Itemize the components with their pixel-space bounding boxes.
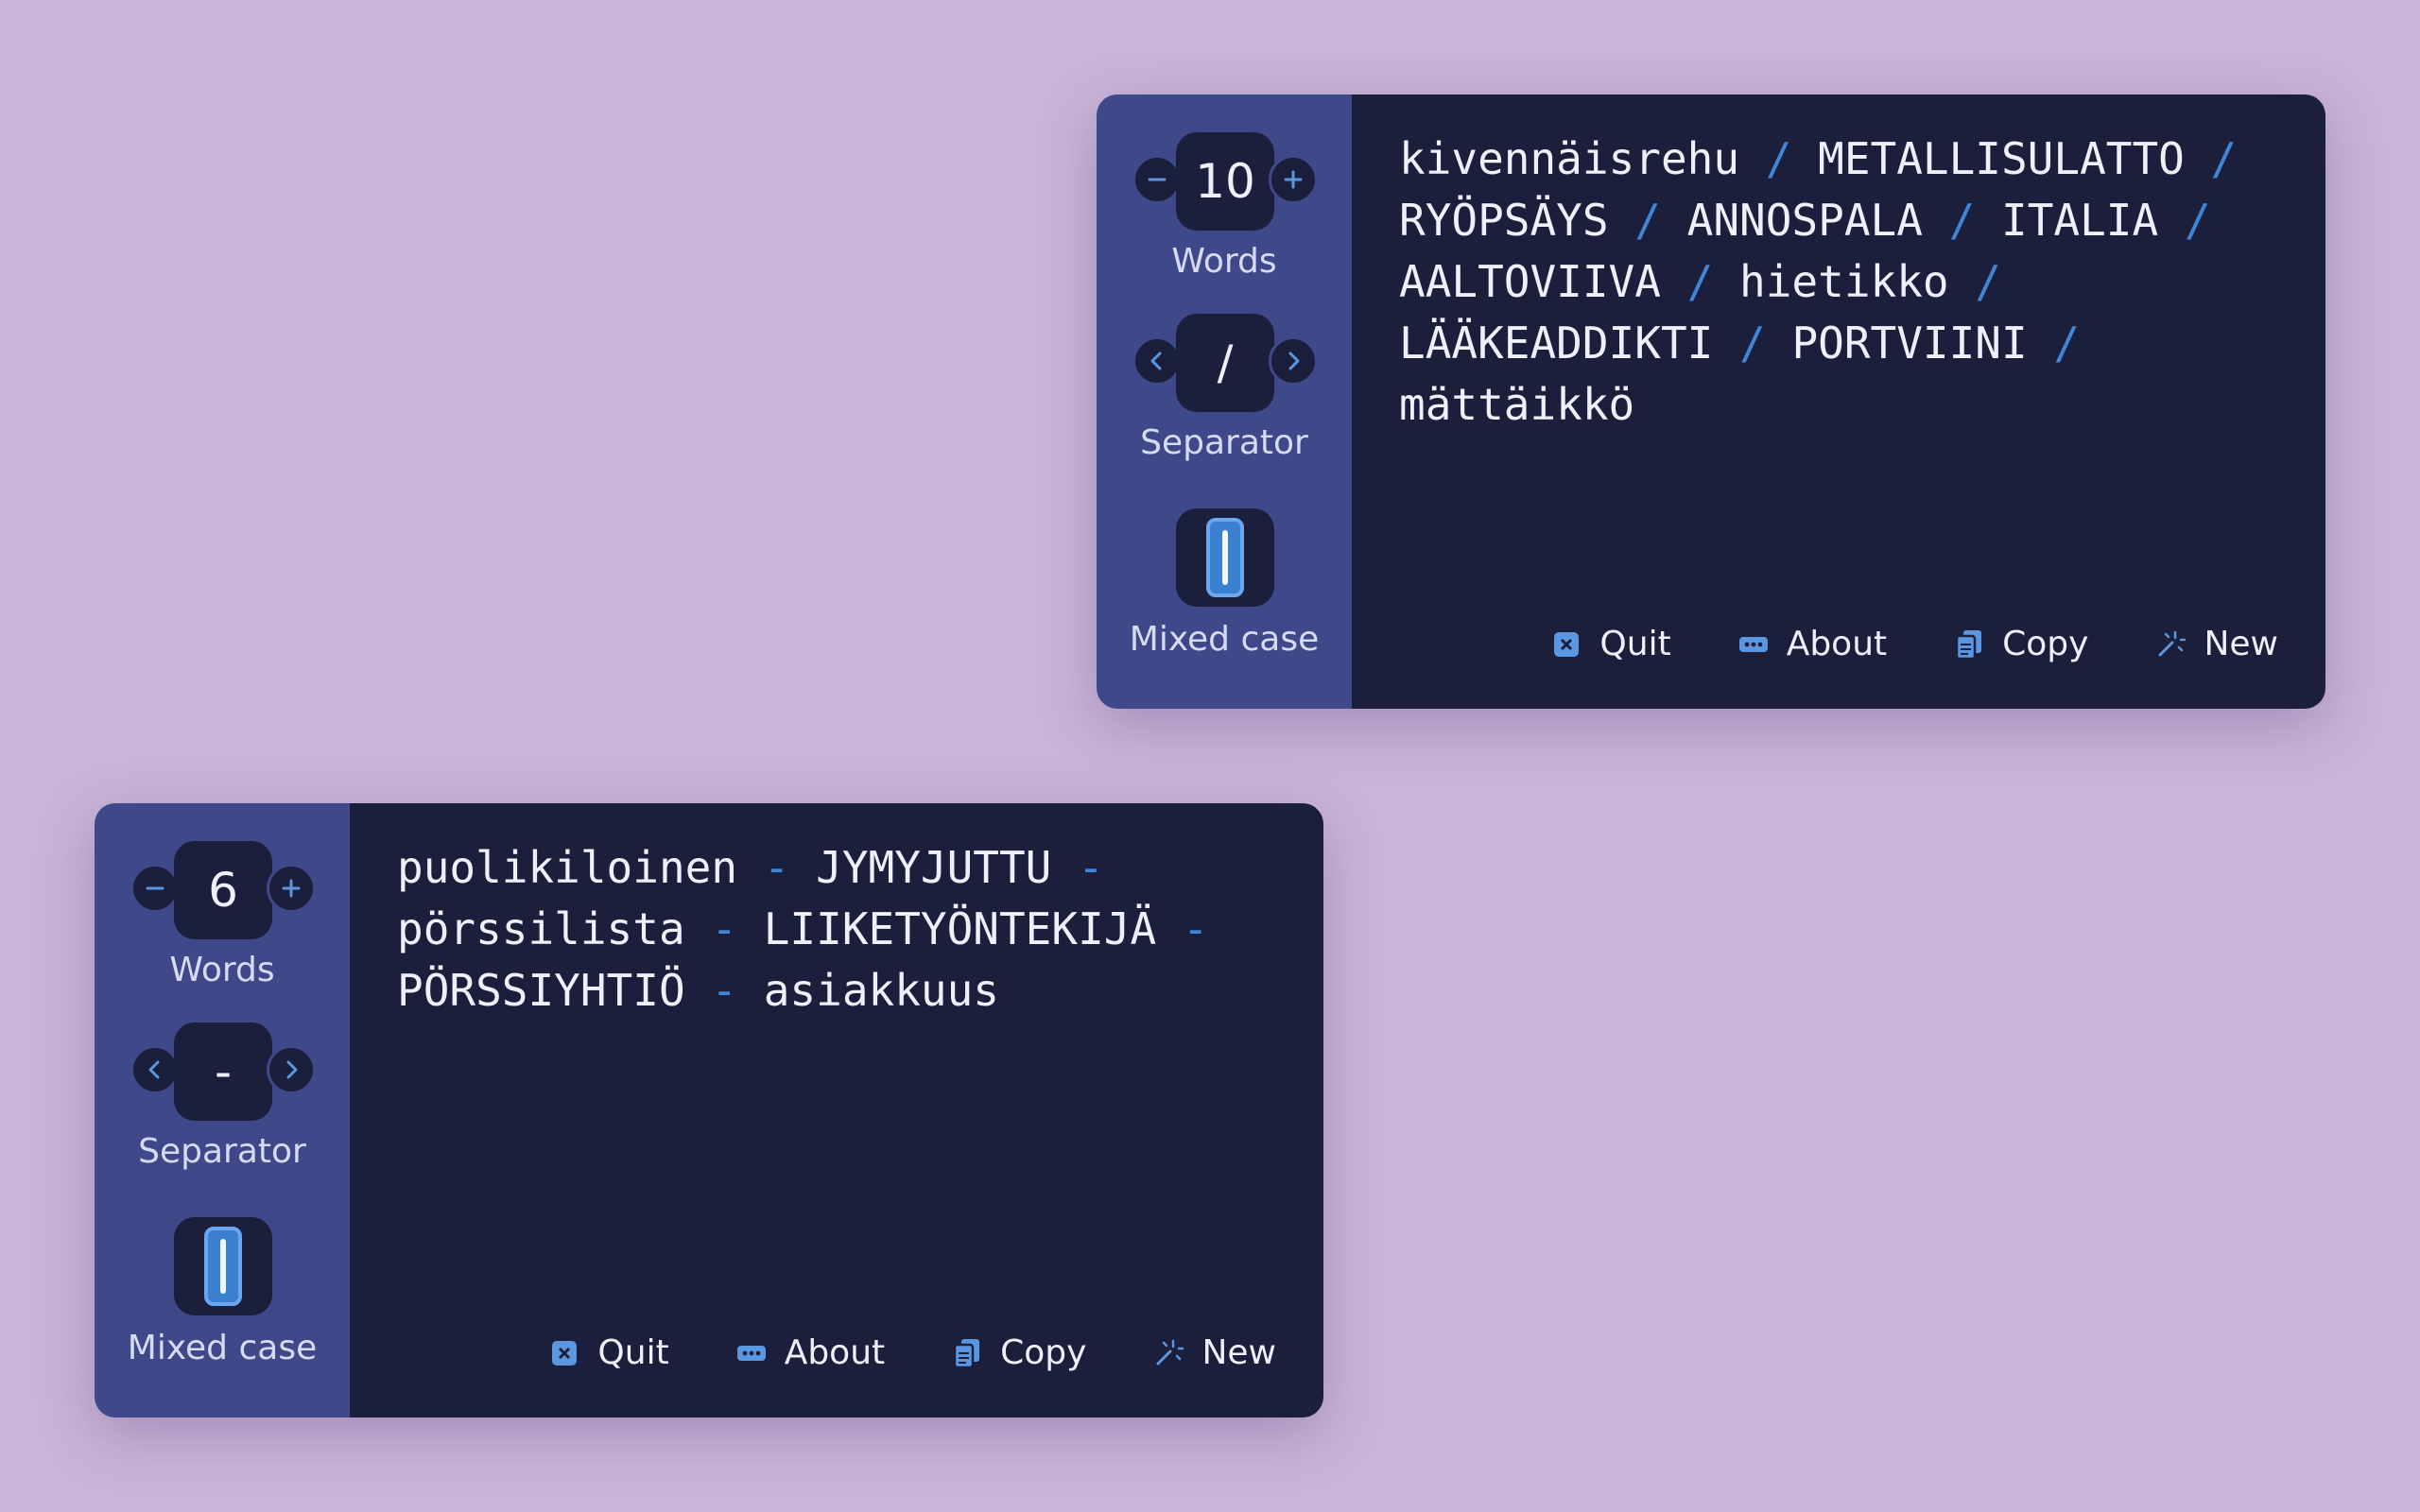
- about-button[interactable]: About: [1737, 625, 1887, 663]
- passphrase-separator: -: [684, 965, 764, 1016]
- passphrase-word: ANNOSPALA: [1686, 195, 1923, 246]
- toggle-track: [204, 1227, 242, 1306]
- minus-icon: [146, 886, 164, 890]
- words-label: Words: [1171, 242, 1277, 281]
- passphrase-word: pörssilista: [397, 903, 685, 954]
- quit-button[interactable]: Quit: [1550, 625, 1671, 663]
- copy-label: Copy: [2002, 625, 2089, 663]
- quit-label: Quit: [597, 1333, 669, 1372]
- chevron-left-icon: [148, 1060, 160, 1079]
- word-count-display: 6: [174, 841, 272, 939]
- passphrase-separator: /: [2184, 133, 2263, 184]
- toggle-track: [1206, 518, 1244, 597]
- separator-label: Separator: [1140, 423, 1308, 462]
- passphrase-word: LÄÄKEADDIKTI: [1399, 318, 1714, 369]
- toggle-knob: [1222, 530, 1228, 585]
- minus-icon: [1148, 178, 1167, 181]
- plus-icon: [1284, 170, 1303, 189]
- passphrase-separator: /: [1948, 256, 2028, 307]
- plus-icon: [282, 879, 301, 898]
- mixed-case-toggle[interactable]: [174, 1217, 272, 1315]
- copy-icon: [953, 1338, 980, 1368]
- ellipsis-icon: [736, 1345, 766, 1361]
- passphrase-word: asiakkuus: [763, 965, 999, 1016]
- next-separator-button[interactable]: [1269, 336, 1318, 386]
- passphrase-separator: /: [1739, 133, 1819, 184]
- action-bar: Quit About Copy New: [1550, 625, 2278, 663]
- passphrase-separator: /: [2027, 318, 2106, 369]
- words-label: Words: [169, 951, 275, 989]
- passphrase-word: LIIKETYÖNTEKIJÄ: [763, 903, 1157, 954]
- passphrase-window-1: 10 Words / Separator Mixed case kivennäi…: [1097, 94, 2325, 709]
- passphrase-separator: /: [1922, 195, 2001, 246]
- passphrase-separator: /: [1713, 318, 1792, 369]
- passphrase-word: puolikiloinen: [397, 842, 738, 893]
- decrease-words-button[interactable]: [130, 864, 180, 913]
- separator-display: /: [1176, 314, 1274, 412]
- separator-display: -: [174, 1022, 272, 1121]
- copy-label: Copy: [1000, 1333, 1087, 1372]
- mixed-case-toggle[interactable]: [1176, 508, 1274, 607]
- decrease-words-button[interactable]: [1132, 155, 1182, 204]
- passphrase-separator: /: [1660, 256, 1740, 307]
- passphrase-word: hietikko: [1739, 256, 1949, 307]
- copy-button[interactable]: Copy: [951, 1333, 1086, 1372]
- copy-icon: [1955, 629, 1982, 660]
- settings-sidebar: 10 Words / Separator Mixed case: [1097, 94, 1352, 709]
- settings-sidebar: 6 Words - Separator Mixed case: [95, 803, 350, 1418]
- passphrase-word: mättäikkö: [1399, 379, 1635, 430]
- chevron-right-icon: [1288, 352, 1300, 370]
- chevron-right-icon: [286, 1060, 298, 1079]
- toggle-knob: [220, 1239, 226, 1294]
- ellipsis-icon: [1738, 636, 1768, 652]
- magic-wand-icon: [2158, 630, 2187, 656]
- close-box-icon: [1554, 631, 1580, 657]
- passphrase-separator: -: [1051, 842, 1131, 893]
- copy-button[interactable]: Copy: [1953, 625, 2088, 663]
- increase-words-button[interactable]: [267, 864, 316, 913]
- passphrase-word: PÖRSSIYHTIÖ: [397, 965, 685, 1016]
- quit-label: Quit: [1599, 625, 1671, 663]
- passphrase-window-2: 6 Words - Separator Mixed case puolikilo…: [95, 803, 1323, 1418]
- action-bar: Quit About Copy New: [548, 1333, 1276, 1372]
- passphrase-separator: /: [2158, 195, 2238, 246]
- mixed-case-label: Mixed case: [1129, 620, 1320, 659]
- passphrase-separator: -: [684, 903, 764, 954]
- about-label: About: [1786, 625, 1888, 663]
- passphrase-text: puolikiloinen - JYMYJUTTU - pörssilista …: [397, 837, 1295, 1022]
- increase-words-button[interactable]: [1269, 155, 1318, 204]
- passphrase-separator: /: [1608, 195, 1687, 246]
- passphrase-word: AALTOVIIVA: [1399, 256, 1661, 307]
- new-label: New: [1201, 1333, 1276, 1372]
- mixed-case-label: Mixed case: [127, 1329, 318, 1367]
- passphrase-word: METALLISULATTO: [1818, 133, 2185, 184]
- quit-button[interactable]: Quit: [548, 1333, 669, 1372]
- passphrase-area: puolikiloinen - JYMYJUTTU - pörssilista …: [350, 803, 1323, 1418]
- chevron-left-icon: [1150, 352, 1162, 370]
- passphrase-separator: -: [1156, 903, 1236, 954]
- previous-separator-button[interactable]: [130, 1045, 180, 1094]
- passphrase-separator: -: [737, 842, 817, 893]
- next-separator-button[interactable]: [267, 1045, 316, 1094]
- passphrase-word: ITALIA: [2001, 195, 2159, 246]
- word-count-display: 10: [1176, 132, 1274, 231]
- about-button[interactable]: About: [735, 1333, 885, 1372]
- new-button[interactable]: New: [1152, 1333, 1276, 1372]
- separator-label: Separator: [138, 1132, 306, 1171]
- new-button[interactable]: New: [2154, 625, 2278, 663]
- previous-separator-button[interactable]: [1132, 336, 1182, 386]
- new-label: New: [2204, 625, 2278, 663]
- close-box-icon: [552, 1340, 578, 1366]
- passphrase-word: PORTVIINI: [1791, 318, 2028, 369]
- passphrase-word: JYMYJUTTU: [816, 842, 1052, 893]
- about-label: About: [784, 1333, 886, 1372]
- passphrase-area: kivennäisrehu / METALLISULATTO / RYÖPSÄY…: [1352, 94, 2325, 709]
- passphrase-word: RYÖPSÄYS: [1399, 195, 1609, 246]
- passphrase-word: kivennäisrehu: [1399, 133, 1740, 184]
- passphrase-text: kivennäisrehu / METALLISULATTO / RYÖPSÄY…: [1399, 129, 2297, 436]
- magic-wand-icon: [1156, 1339, 1184, 1365]
